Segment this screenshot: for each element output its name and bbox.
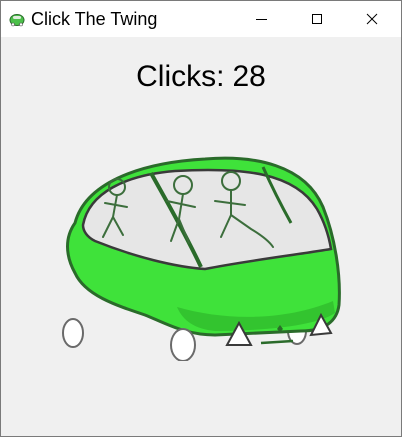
clicks-value: 28 xyxy=(232,60,266,93)
title-bar[interactable]: Click The Twing xyxy=(1,1,401,37)
window-title: Click The Twing xyxy=(31,9,158,29)
close-button[interactable] xyxy=(349,1,395,37)
maximize-button[interactable] xyxy=(294,1,340,37)
app-icon xyxy=(9,14,25,27)
close-icon xyxy=(366,13,378,25)
clicks-counter: Clicks: 28 xyxy=(1,59,401,95)
clicks-label: Clicks: xyxy=(136,60,225,93)
twing-car-image[interactable] xyxy=(55,145,341,361)
main-content: Clicks: 28 xyxy=(1,37,401,436)
minimize-icon xyxy=(256,19,267,20)
app-window: Click The Twing Clicks: 28 xyxy=(0,0,402,437)
minimize-button[interactable] xyxy=(239,1,285,37)
maximize-icon xyxy=(312,14,322,24)
